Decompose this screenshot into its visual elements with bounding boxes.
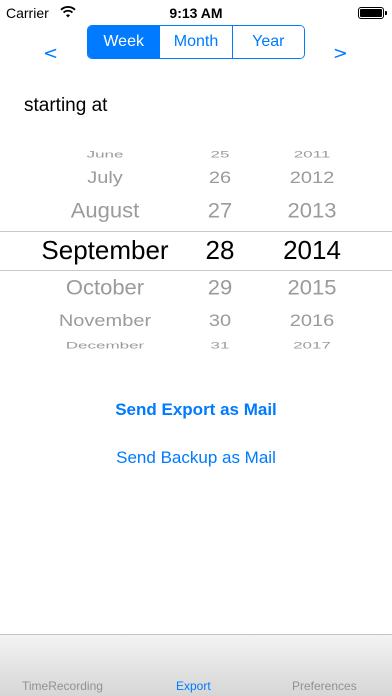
- segment-week[interactable]: Week: [88, 26, 160, 58]
- year-option[interactable]: 2011: [262, 149, 362, 158]
- send-export-mail-button[interactable]: Send Export as Mail: [0, 400, 392, 420]
- segment-month[interactable]: Month: [159, 26, 232, 58]
- month-option[interactable]: December: [20, 340, 190, 349]
- month-option-selected[interactable]: September: [20, 237, 190, 263]
- tab-bar: TimeRecording Export Preferences: [0, 634, 392, 696]
- day-wheel[interactable]: 24252627282930311: [190, 135, 250, 357]
- year-option[interactable]: 2012: [262, 170, 362, 186]
- month-option[interactable]: November: [20, 313, 190, 329]
- day-option-selected[interactable]: 28: [190, 237, 250, 263]
- tab-preferences[interactable]: Preferences: [292, 679, 357, 693]
- month-wheel[interactable]: MayJuneJulyAugustSeptemberOctoberNovembe…: [20, 135, 190, 357]
- day-option[interactable]: 31: [190, 340, 250, 349]
- year-option[interactable]: 2015: [262, 277, 362, 299]
- month-option[interactable]: July: [20, 170, 190, 186]
- starting-at-label: starting at: [24, 95, 108, 116]
- year-option[interactable]: 2013: [262, 200, 362, 222]
- year-option-selected[interactable]: 2014: [262, 237, 362, 263]
- month-option[interactable]: October: [20, 277, 190, 299]
- day-option[interactable]: 30: [190, 313, 250, 329]
- day-option[interactable]: 29: [190, 277, 250, 299]
- day-option[interactable]: 26: [190, 170, 250, 186]
- month-option[interactable]: August: [20, 200, 190, 222]
- day-option[interactable]: 25: [190, 149, 250, 158]
- period-navigation: < Week Month Year >: [0, 25, 392, 64]
- status-time: 9:13 AM: [169, 5, 223, 21]
- next-period-button[interactable]: >: [333, 43, 348, 64]
- battery-icon: [358, 7, 387, 19]
- send-backup-mail-button[interactable]: Send Backup as Mail: [0, 448, 392, 468]
- month-option[interactable]: June: [20, 149, 190, 158]
- tab-export[interactable]: Export: [176, 679, 211, 693]
- year-option[interactable]: 2016: [262, 313, 362, 329]
- year-wheel[interactable]: 201020112012201320142015201620172018: [262, 135, 362, 357]
- status-bar: Carrier 9:13 AM: [0, 0, 392, 28]
- previous-period-button[interactable]: <: [43, 43, 58, 64]
- tab-timerecording[interactable]: TimeRecording: [22, 679, 103, 693]
- export-screen: Carrier 9:13 AM < Week Month Year > star…: [0, 0, 392, 696]
- period-segmented-control: Week Month Year: [87, 25, 305, 59]
- segment-year[interactable]: Year: [231, 26, 304, 58]
- year-option[interactable]: 2017: [262, 340, 362, 349]
- day-option[interactable]: 27: [190, 200, 250, 222]
- date-picker[interactable]: MayJuneJulyAugustSeptemberOctoberNovembe…: [0, 135, 392, 357]
